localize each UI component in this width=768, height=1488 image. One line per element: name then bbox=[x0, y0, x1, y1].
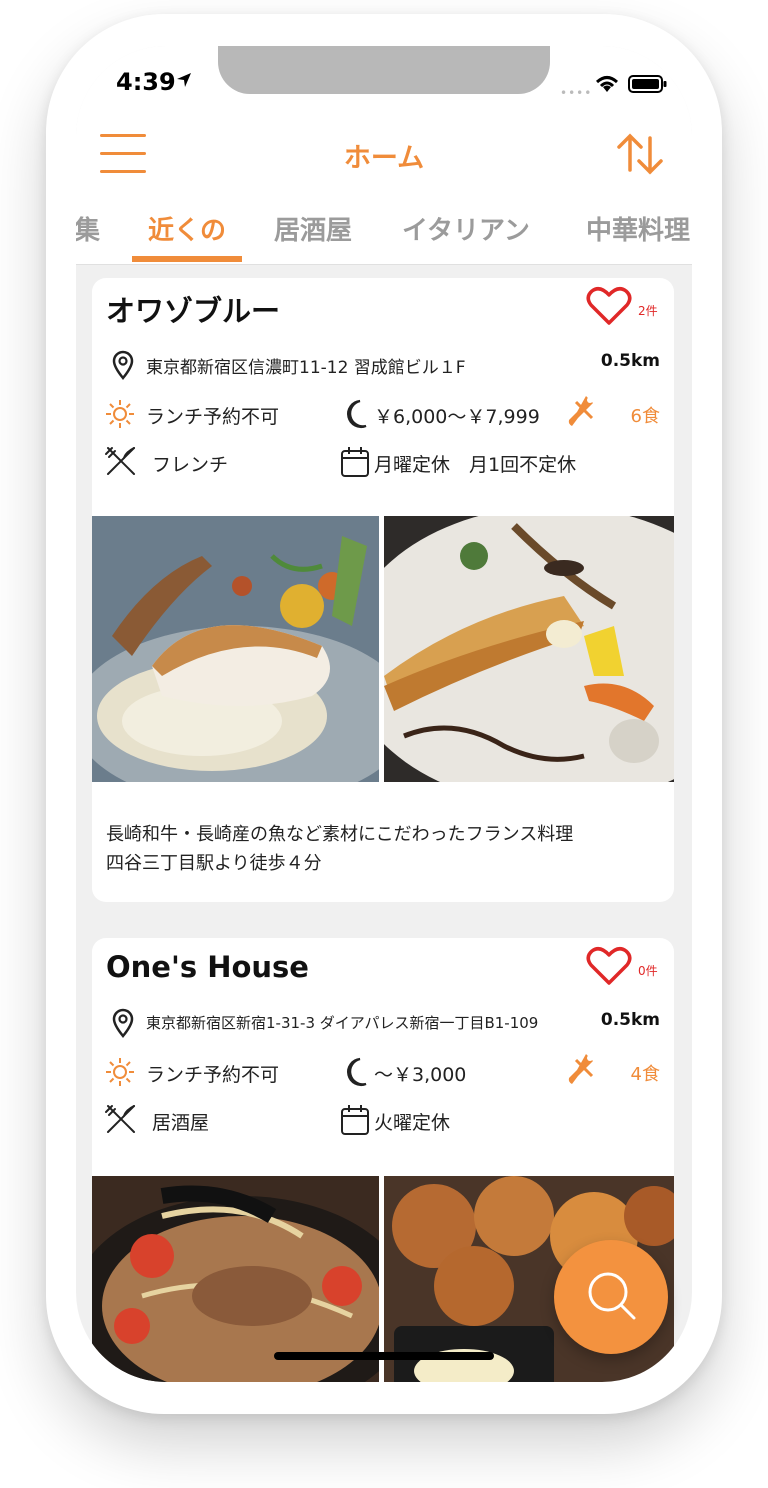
tab-chinese[interactable]: 中華料理 bbox=[586, 210, 690, 247]
fork-knife-icon bbox=[105, 447, 135, 475]
holiday: 火曜定休 bbox=[374, 1112, 451, 1134]
food-photo-1[interactable] bbox=[92, 516, 379, 782]
home-indicator[interactable] bbox=[274, 1352, 494, 1360]
restaurant-name: オワゾブルー bbox=[106, 294, 281, 328]
app-screen: 4:39 •••• ホーム 集 近くの 居酒屋 イタリアン 中華料理 オワゾブル… bbox=[76, 46, 692, 1382]
tool-icon bbox=[568, 396, 594, 426]
restaurant-name: One's House bbox=[106, 950, 309, 984]
lunch-info: ランチ予約不可 bbox=[146, 406, 280, 428]
battery-icon bbox=[628, 75, 667, 93]
location-arrow-icon bbox=[177, 73, 191, 87]
like-count: 0件 bbox=[638, 964, 658, 978]
restaurant-card[interactable]: オワゾブルー 2件 東京都新宿区信濃町11-12 習成館ビル１F 0.5km ラ… bbox=[92, 278, 674, 902]
wifi-icon bbox=[595, 76, 619, 92]
calendar-icon bbox=[341, 447, 369, 477]
tab-italian[interactable]: イタリアン bbox=[402, 210, 530, 247]
page-title: ホーム bbox=[343, 143, 425, 174]
app-header: ホーム 集 近くの 居酒屋 イタリアン 中華料理 bbox=[76, 116, 692, 265]
genre: フレンチ bbox=[152, 454, 229, 476]
meal-count: 6食 bbox=[630, 406, 660, 427]
search-button[interactable] bbox=[554, 1240, 668, 1354]
like-count: 2件 bbox=[638, 304, 658, 318]
sun-icon bbox=[106, 1058, 134, 1086]
sort-icon bbox=[617, 133, 663, 175]
restaurant-address: 東京都新宿区信濃町11-12 習成館ビル１F bbox=[146, 358, 466, 378]
lunch-info: ランチ予約不可 bbox=[146, 1064, 280, 1086]
moon-icon bbox=[347, 399, 367, 429]
device-notch bbox=[218, 46, 550, 94]
distance: 0.5km bbox=[600, 1010, 660, 1030]
food-photo-2[interactable] bbox=[384, 516, 674, 782]
restaurant-description: 長崎和牛・長崎産の魚など素材にこだわったフランス料理 四谷三丁目駅より徒歩４分 bbox=[106, 820, 573, 878]
description-line: 四谷三丁目駅より徒歩４分 bbox=[106, 853, 322, 874]
genre: 居酒屋 bbox=[152, 1112, 210, 1134]
location-pin-icon bbox=[112, 1008, 134, 1038]
fork-knife-icon bbox=[105, 1105, 135, 1133]
holiday: 月曜定休 月1回不定休 bbox=[374, 454, 577, 476]
signal-icon: •••• bbox=[560, 86, 593, 100]
distance: 0.5km bbox=[600, 351, 660, 371]
moon-icon bbox=[347, 1057, 367, 1087]
price-range: ￥6,000〜￥7,999 bbox=[374, 406, 540, 428]
tool-icon bbox=[568, 1054, 594, 1084]
heart-icon[interactable] bbox=[586, 286, 632, 326]
calendar-icon bbox=[341, 1105, 369, 1135]
price-range: 〜￥3,000 bbox=[374, 1064, 467, 1086]
status-time: 4:39 bbox=[116, 68, 176, 96]
meal-count: 4食 bbox=[630, 1064, 660, 1085]
tab-izakaya[interactable]: 居酒屋 bbox=[274, 210, 352, 247]
tab-collection[interactable]: 集 bbox=[76, 210, 100, 247]
description-line: 長崎和牛・長崎産の魚など素材にこだわったフランス料理 bbox=[106, 824, 574, 845]
status-bar: 4:39 •••• bbox=[76, 46, 692, 116]
heart-icon[interactable] bbox=[586, 946, 632, 986]
sun-icon bbox=[106, 400, 134, 428]
tab-nearby[interactable]: 近くの bbox=[148, 210, 226, 247]
restaurant-address: 東京都新宿区新宿1-31-3 ダイアパレス新宿一丁目B1-109 bbox=[146, 1014, 539, 1032]
location-pin-icon bbox=[112, 350, 134, 380]
active-tab-indicator bbox=[132, 256, 242, 262]
search-icon bbox=[588, 1272, 636, 1320]
category-tabs: 集 近くの 居酒屋 イタリアン 中華料理 bbox=[76, 204, 692, 262]
sort-button[interactable] bbox=[614, 130, 668, 178]
